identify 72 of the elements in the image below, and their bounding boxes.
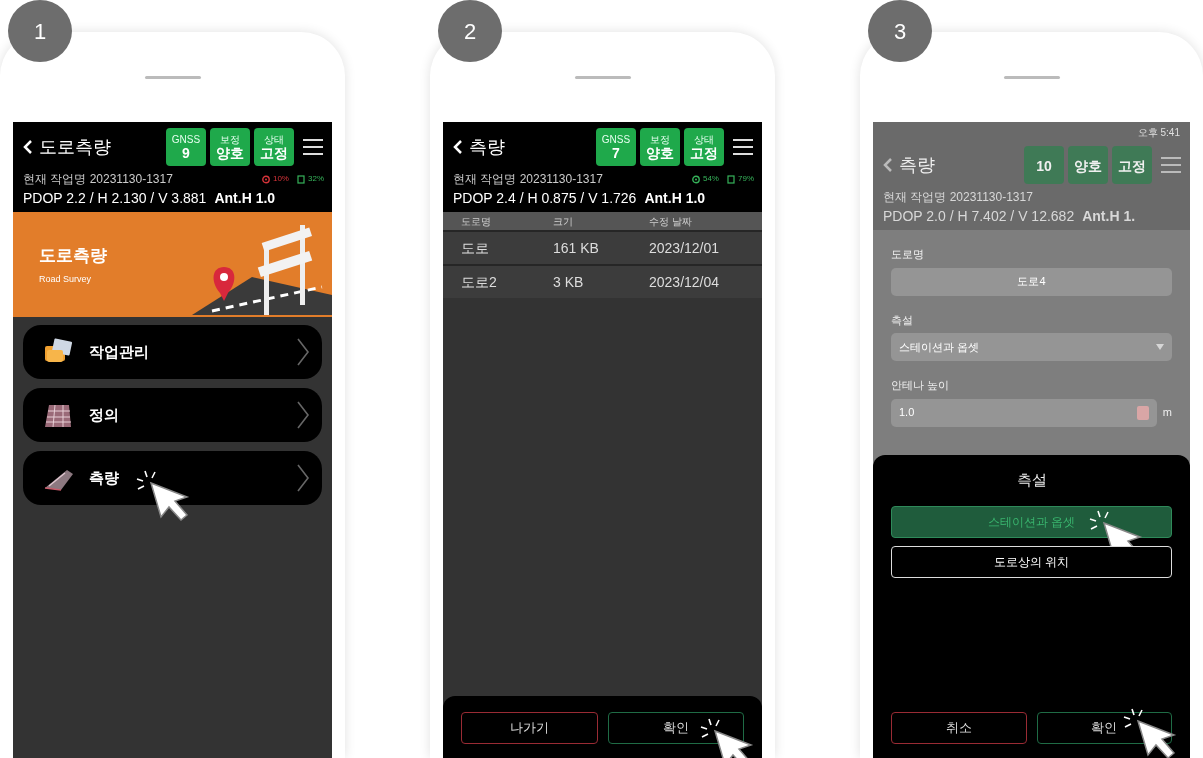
job-name: 현재 작업명 20231130-1317 bbox=[883, 189, 1033, 206]
battery-reading: 79% bbox=[738, 173, 754, 185]
precision-readout: PDOP 2.4 / H 0.875 / V 1.726 bbox=[453, 189, 637, 208]
job-name: 현재 작업명 20231130-1317 bbox=[23, 171, 173, 188]
step-number: 1 bbox=[8, 0, 72, 62]
chevron-right-icon bbox=[296, 337, 310, 367]
badge-value: 7 bbox=[612, 145, 620, 160]
badge-label: 상태 bbox=[694, 134, 714, 145]
antenna-height: Ant.H 1. bbox=[1082, 207, 1136, 226]
badge-label: 보정 bbox=[220, 134, 240, 145]
badge-value: 양호 bbox=[216, 145, 244, 160]
badge-label: 상태 bbox=[264, 134, 284, 145]
step-number: 2 bbox=[438, 0, 502, 62]
table-cell-text: 2023/12/01 bbox=[649, 238, 720, 258]
speaker-slot bbox=[1003, 76, 1060, 79]
step-number: 3 bbox=[868, 0, 932, 62]
antenna-height: Ant.H 1.0 bbox=[644, 189, 706, 208]
dropdown-caret-icon bbox=[1156, 344, 1164, 350]
screen-title: 측량 bbox=[469, 135, 505, 159]
menu-item[interactable]: 정의 bbox=[23, 388, 322, 442]
antenna-height: Ant.H 1.0 bbox=[214, 189, 276, 208]
banner-title: 도로측량 bbox=[39, 245, 107, 267]
badge-label: GNSS bbox=[601, 134, 631, 145]
column-header: 수정 날짜 bbox=[649, 214, 692, 229]
back-icon bbox=[883, 157, 893, 173]
table-cell-text: 도로 bbox=[461, 238, 490, 258]
job-name: 현재 작업명 20231130-1317 bbox=[453, 171, 603, 188]
back-icon bbox=[23, 139, 33, 155]
chevron-right-icon bbox=[296, 400, 310, 430]
column-header: 도로명 bbox=[461, 214, 492, 229]
battery-icon bbox=[727, 174, 735, 184]
column-header: 크기 bbox=[553, 214, 574, 229]
table-cell-text: 3 KB bbox=[553, 272, 585, 292]
badge-value: 9 bbox=[182, 145, 190, 160]
table-row[interactable]: 도로 161 KB 2023/12/01 bbox=[443, 230, 762, 264]
menu-icon[interactable] bbox=[302, 138, 324, 156]
table-cell-text: 2023/12/04 bbox=[649, 272, 720, 292]
field-label: 안테나 높이 bbox=[891, 378, 951, 393]
speaker-slot bbox=[144, 76, 201, 79]
unit-label: m bbox=[1162, 405, 1172, 421]
banner-subtitle: Road Survey bbox=[39, 272, 93, 286]
precision-readout: PDOP 2.2 / H 2.130 / V 3.881 bbox=[23, 189, 207, 208]
battery-reading: 32% bbox=[308, 173, 324, 185]
badge-value: 10 bbox=[1036, 158, 1052, 173]
precision-readout: PDOP 2.0 / H 7.402 / V 12.682 bbox=[883, 207, 1075, 226]
badge-value: 고정 bbox=[260, 145, 288, 160]
badge-value: 양호 bbox=[1074, 158, 1102, 173]
sheet-title: 측설 bbox=[1015, 470, 1048, 490]
field-label: 도로명 bbox=[891, 247, 925, 262]
badge-value: 고정 bbox=[1118, 158, 1146, 173]
menu-icon[interactable] bbox=[732, 138, 754, 156]
back-icon bbox=[453, 139, 463, 155]
badge-value: 고정 bbox=[690, 145, 718, 160]
battery-icon bbox=[297, 174, 305, 184]
option-button[interactable]: 도로상의 위치 bbox=[891, 545, 1172, 578]
status-time: 오후 5:41 bbox=[873, 122, 1190, 140]
badge-label: GNSS bbox=[171, 134, 201, 145]
menu-item[interactable]: 작업관리 bbox=[23, 325, 322, 379]
screen-title: 도로측량 bbox=[39, 135, 111, 159]
table-row[interactable]: 도로2 3 KB 2023/12/04 bbox=[443, 264, 762, 298]
speaker-slot bbox=[574, 76, 631, 79]
chevron-right-icon bbox=[296, 463, 310, 493]
table-cell-text: 도로2 bbox=[461, 272, 498, 292]
cancel-button[interactable]: 나가기 bbox=[461, 712, 598, 744]
field-label: 측설 bbox=[891, 312, 914, 328]
signal-reading: 54% bbox=[702, 173, 719, 185]
table-cell-text: 161 KB bbox=[553, 238, 600, 258]
badge-value: 양호 bbox=[646, 145, 674, 160]
screen-title: 측량 bbox=[899, 153, 935, 177]
badge-label: 보정 bbox=[650, 134, 670, 145]
cancel-button[interactable]: 취소 bbox=[891, 712, 1027, 744]
signal-reading: 10% bbox=[272, 173, 289, 185]
